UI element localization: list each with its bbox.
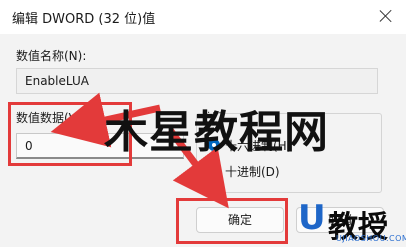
logo-letter: U bbox=[298, 198, 326, 238]
site-logo: U 教授 UJIAOSHOU.COM bbox=[296, 196, 406, 245]
watermark-text: 木星教程网 bbox=[104, 107, 329, 158]
logo-subtext: UJIAOSHOU.COM bbox=[336, 234, 406, 243]
